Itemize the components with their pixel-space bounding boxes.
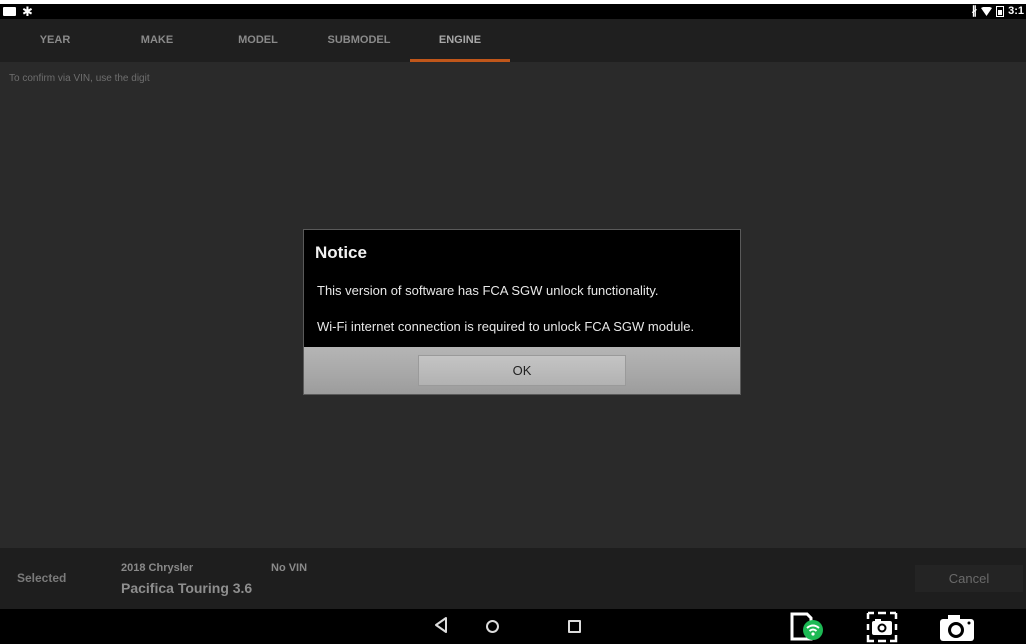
- tab-submodel[interactable]: SUBMODEL: [309, 19, 409, 62]
- vehicle-year-make: 2018 Chrysler: [121, 562, 194, 574]
- gear-notification-icon: ✱: [22, 4, 33, 19]
- dialog-message-line-1: This version of software has FCA SGW unl…: [317, 283, 659, 298]
- notification-box-icon: [3, 7, 16, 16]
- status-time: 3:1: [1008, 5, 1024, 17]
- screen-capture-icon[interactable]: [864, 611, 900, 643]
- selection-tabs: YEAR MAKE MODEL SUBMODEL ENGINE: [0, 19, 1026, 62]
- selected-vehicle-bar: Selected 2018 Chrysler Pacifica Touring …: [0, 548, 1026, 609]
- dialog-message-line-2: Wi-Fi internet connection is required to…: [317, 319, 695, 334]
- status-left: ✱: [3, 5, 33, 18]
- tab-make[interactable]: MAKE: [107, 19, 207, 62]
- vin-hint-text: To confirm via VIN, use the digit: [9, 73, 150, 84]
- tablet-screen: ✱ ∦ 3:1 YEAR MAKE MODEL SUBMODEL ENGINE …: [0, 0, 1026, 644]
- camera-icon[interactable]: [936, 612, 978, 642]
- selected-label: Selected: [17, 571, 67, 585]
- tab-model[interactable]: MODEL: [208, 19, 308, 62]
- status-right: ∦ 3:1: [972, 4, 1024, 19]
- tab-engine[interactable]: ENGINE: [410, 19, 510, 62]
- wifi-icon: [981, 6, 993, 16]
- vin-status: No VIN: [271, 562, 308, 574]
- wifi-device-icon[interactable]: [789, 612, 825, 641]
- recent-apps-icon[interactable]: [568, 620, 581, 633]
- battery-icon: [996, 6, 1005, 17]
- home-icon[interactable]: [486, 620, 499, 633]
- cancel-button[interactable]: Cancel: [915, 565, 1023, 592]
- ok-button[interactable]: OK: [418, 355, 626, 386]
- notice-dialog: Notice This version of software has FCA …: [303, 229, 741, 395]
- dialog-title: Notice: [315, 243, 367, 262]
- back-icon[interactable]: [434, 616, 448, 634]
- vehicle-model: Pacifica Touring 3.6: [121, 580, 253, 596]
- dialog-button-bar: OK: [304, 347, 740, 394]
- bluetooth-icon: ∦: [971, 5, 978, 17]
- status-bar: ✱ ∦ 3:1: [0, 4, 1026, 19]
- tab-year[interactable]: YEAR: [5, 19, 105, 62]
- navigation-bar: [0, 609, 1026, 644]
